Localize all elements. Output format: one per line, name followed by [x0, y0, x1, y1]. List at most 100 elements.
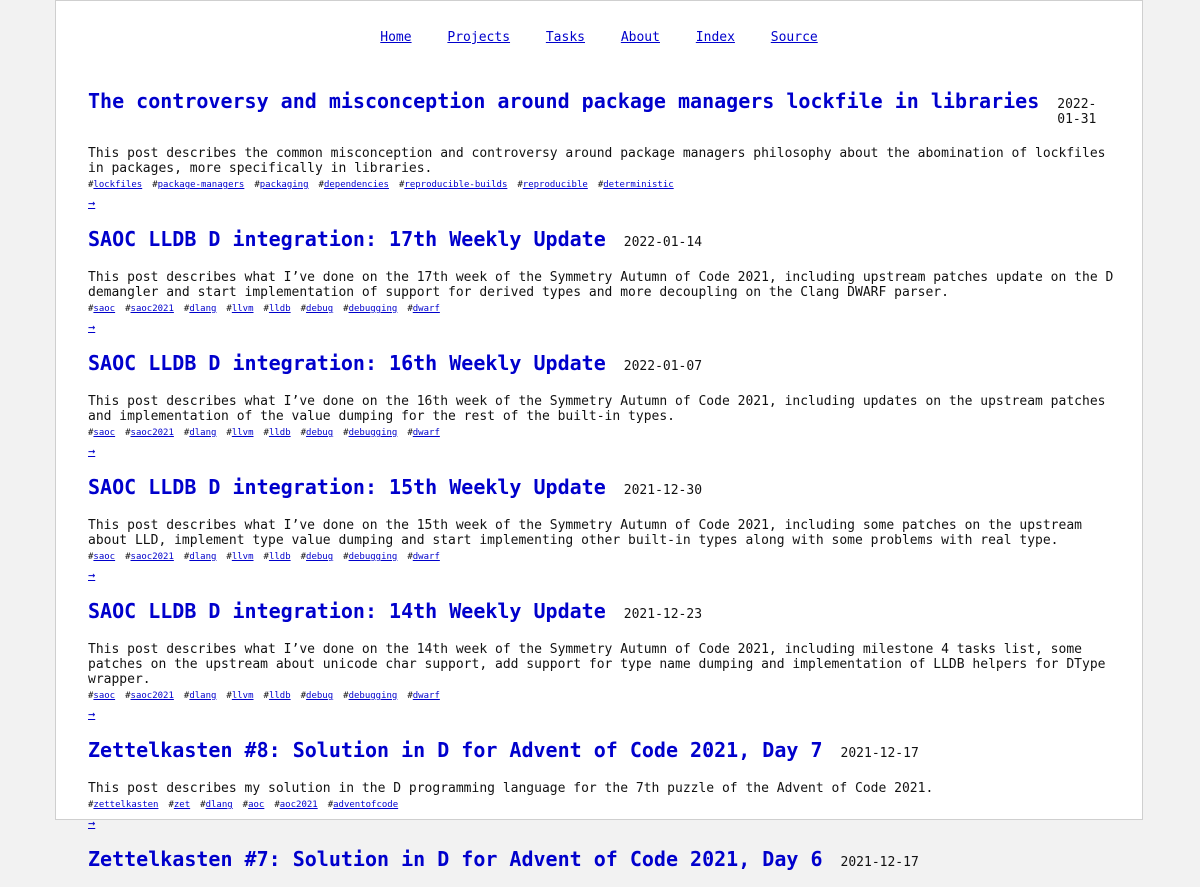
nav-link-about[interactable]: About [621, 30, 660, 45]
tag-link[interactable]: reproducible [523, 180, 588, 190]
tag-item: #saoc [88, 552, 115, 562]
post-title-link[interactable]: Zettelkasten #8: Solution in D for Adven… [88, 738, 823, 762]
post-header: SAOC LLDB D integration: 17th Weekly Upd… [88, 227, 1118, 251]
tag-link[interactable]: debug [306, 428, 333, 438]
read-more-arrow-icon[interactable]: → [88, 320, 95, 334]
read-more-arrow-icon[interactable]: → [88, 444, 95, 458]
post-title-link[interactable]: The controversy and misconception around… [88, 89, 1039, 113]
tag-item: #llvm [226, 691, 253, 701]
tag-link[interactable]: lldb [269, 552, 291, 562]
tag-item: #saoc [88, 428, 115, 438]
tag-item: #lldb [264, 552, 291, 562]
post-title-link[interactable]: SAOC LLDB D integration: 14th Weekly Upd… [88, 599, 606, 623]
tag-link[interactable]: llvm [232, 691, 254, 701]
tag-link[interactable]: debugging [349, 304, 398, 314]
tag-item: #debug [301, 428, 334, 438]
tag-link[interactable]: debugging [349, 428, 398, 438]
tag-item: #lockfiles [88, 180, 142, 190]
tag-item: #packaging [254, 180, 308, 190]
tag-item: #zet [168, 800, 190, 810]
tag-link[interactable]: aoc [248, 800, 264, 810]
read-more-arrow-icon[interactable]: → [88, 196, 95, 210]
nav-link-tasks[interactable]: Tasks [546, 30, 585, 45]
tag-link[interactable]: llvm [232, 552, 254, 562]
post-description: This post describes what I’ve done on th… [88, 394, 1106, 424]
tag-item: #lldb [264, 304, 291, 314]
tag-link[interactable]: reproducible-builds [404, 180, 507, 190]
post-tags: #zettelkasten #zet #dlang #aoc #aoc2021 #adve… [88, 798, 1118, 812]
tag-item: #debugging [343, 552, 397, 562]
tag-link[interactable]: dwarf [413, 691, 440, 701]
tag-link[interactable]: lockfiles [93, 180, 142, 190]
post-tags: #saoc #saoc2021 #dlang #llvm #lldb #debug #deb… [88, 689, 1118, 703]
tag-item: #saoc2021 [125, 691, 174, 701]
tag-item: #debug [301, 691, 334, 701]
tag-item: #lldb [264, 691, 291, 701]
tag-link[interactable]: saoc2021 [131, 552, 174, 562]
tag-item: #dlang [184, 552, 217, 562]
post-item: SAOC LLDB D integration: 14th Weekly Upd… [88, 599, 1118, 722]
tag-item: #dwarf [407, 552, 440, 562]
read-more-arrow-icon[interactable]: → [88, 707, 95, 721]
tag-link[interactable]: debugging [349, 552, 398, 562]
tag-link[interactable]: dlang [189, 552, 216, 562]
tag-link[interactable]: dlang [206, 800, 233, 810]
tag-item: #saoc2021 [125, 552, 174, 562]
read-more-arrow-icon[interactable]: → [88, 816, 95, 830]
post-date: 2021-12-17 [840, 855, 919, 870]
tag-link[interactable]: dependencies [324, 180, 389, 190]
tag-link[interactable]: dwarf [413, 552, 440, 562]
nav-link-source[interactable]: Source [771, 30, 818, 45]
tag-link[interactable]: debug [306, 304, 333, 314]
tag-link[interactable]: llvm [232, 428, 254, 438]
tag-link[interactable]: saoc [93, 428, 115, 438]
post-title-link[interactable]: SAOC LLDB D integration: 16th Weekly Upd… [88, 351, 606, 375]
tag-link[interactable]: aoc2021 [280, 800, 318, 810]
post-header: Zettelkasten #8: Solution in D for Adven… [88, 738, 1118, 762]
tag-item: #dlang [184, 428, 217, 438]
tag-link[interactable]: packaging [260, 180, 309, 190]
tag-link[interactable]: lldb [269, 691, 291, 701]
tag-link[interactable]: saoc [93, 304, 115, 314]
nav-link-index[interactable]: Index [696, 30, 735, 45]
tag-link[interactable]: lldb [269, 304, 291, 314]
tag-link[interactable]: debug [306, 552, 333, 562]
tag-link[interactable]: dlang [189, 691, 216, 701]
post-date: 2021-12-23 [623, 607, 703, 622]
tag-link[interactable]: saoc2021 [131, 304, 174, 314]
nav-link-home[interactable]: Home [380, 30, 411, 45]
post-item: Zettelkasten #8: Solution in D for Adven… [88, 738, 1118, 831]
post-title-link[interactable]: SAOC LLDB D integration: 17th Weekly Upd… [88, 227, 606, 251]
tag-link[interactable]: dwarf [413, 428, 440, 438]
tag-item: #saoc2021 [125, 304, 174, 314]
tag-link[interactable]: zettelkasten [93, 800, 158, 810]
tag-link[interactable]: saoc2021 [131, 691, 174, 701]
post-tags: #lockfiles #package-managers #packaging #de… [88, 178, 1118, 192]
tag-link[interactable]: package-managers [158, 180, 245, 190]
nav-link-projects[interactable]: Projects [447, 30, 510, 45]
tag-link[interactable]: dlang [189, 304, 216, 314]
post-list: The controversy and misconception around… [88, 89, 1118, 887]
tag-link[interactable]: debugging [349, 691, 398, 701]
post-title-link[interactable]: SAOC LLDB D integration: 15th Weekly Upd… [88, 475, 606, 499]
tag-link[interactable]: dwarf [413, 304, 440, 314]
tag-link[interactable]: adventofcode [333, 800, 398, 810]
post-header: SAOC LLDB D integration: 16th Weekly Upd… [88, 351, 1118, 375]
tag-link[interactable]: llvm [232, 304, 254, 314]
tag-link[interactable]: saoc [93, 552, 115, 562]
tag-link[interactable]: debug [306, 691, 333, 701]
tag-link[interactable]: saoc [93, 691, 115, 701]
tag-link[interactable]: dlang [189, 428, 216, 438]
tag-link[interactable]: saoc2021 [131, 428, 174, 438]
tag-link[interactable]: zet [174, 800, 190, 810]
tag-item: #dlang [184, 691, 217, 701]
tag-item: #reproducible-builds [399, 180, 507, 190]
tag-item: #saoc [88, 304, 115, 314]
post-title-link[interactable]: Zettelkasten #7: Solution in D for Adven… [88, 847, 823, 871]
tag-item: #debugging [343, 691, 397, 701]
tag-link[interactable]: lldb [269, 428, 291, 438]
read-more-arrow-icon[interactable]: → [88, 568, 95, 582]
tag-link[interactable]: deterministic [603, 180, 673, 190]
tag-item: #dwarf [407, 428, 440, 438]
tag-item: #llvm [226, 552, 253, 562]
